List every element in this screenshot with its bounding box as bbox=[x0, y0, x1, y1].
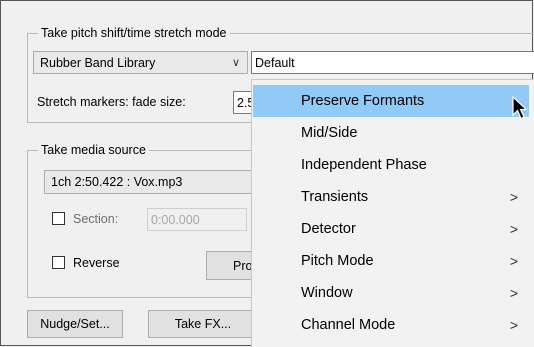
pitch-shift-group-title: Take pitch shift/time stretch mode bbox=[38, 25, 230, 41]
chevron-down-icon: ∨ bbox=[231, 57, 241, 69]
preset-select[interactable]: Default bbox=[251, 51, 534, 74]
menu-item-label: Independent Phase bbox=[301, 157, 427, 173]
menu-item-mid-side[interactable]: Mid/Side bbox=[253, 117, 529, 149]
menu-item-pitch-mode[interactable]: Pitch Mode > bbox=[253, 245, 529, 277]
menu-item-label: Detector bbox=[301, 221, 356, 237]
submenu-arrow-icon: > bbox=[509, 189, 519, 205]
take-fx-button-label: Take FX... bbox=[174, 317, 232, 331]
menu-item-label: Mid/Side bbox=[301, 125, 358, 141]
section-start-input[interactable]: 0:00.000 bbox=[147, 208, 247, 231]
mouse-cursor-icon bbox=[512, 96, 529, 120]
reverse-checkbox[interactable] bbox=[52, 256, 65, 269]
menu-item-label: Window bbox=[301, 285, 353, 301]
preset-select-value: Default bbox=[255, 55, 295, 70]
context-menu: Preserve Formants Mid/Side Independent P… bbox=[251, 79, 534, 347]
menu-item-label: Preserve Formants bbox=[301, 93, 425, 109]
media-source-value: 1ch 2:50.422 : Vox.mp3 bbox=[51, 175, 183, 189]
submenu-arrow-icon: > bbox=[509, 317, 519, 333]
media-source-group-title: Take media source bbox=[38, 142, 149, 158]
menu-item-label: Channel Mode bbox=[301, 317, 396, 333]
menu-item-preserve-formants[interactable]: Preserve Formants bbox=[253, 85, 529, 117]
menu-item-window[interactable]: Window > bbox=[253, 277, 529, 309]
algorithm-select-value: Rubber Band Library bbox=[40, 55, 156, 70]
reverse-label: Reverse bbox=[73, 256, 120, 270]
submenu-arrow-icon: > bbox=[509, 253, 519, 269]
menu-item-transients[interactable]: Transients > bbox=[253, 181, 529, 213]
media-source-select[interactable]: 1ch 2:50.422 : Vox.mp3 bbox=[44, 170, 264, 194]
section-label: Section: bbox=[73, 212, 119, 226]
algorithm-select[interactable]: Rubber Band Library ∨ bbox=[33, 51, 248, 74]
menu-item-independent-phase[interactable]: Independent Phase bbox=[253, 149, 529, 181]
stretch-markers-label: Stretch markers: fade size: bbox=[37, 95, 186, 109]
menu-item-detector[interactable]: Detector > bbox=[253, 213, 529, 245]
submenu-arrow-icon: > bbox=[509, 221, 519, 237]
section-start-value: 0:00.000 bbox=[151, 212, 200, 227]
nudge-set-button-label: Nudge/Set... bbox=[40, 317, 110, 331]
section-checkbox[interactable] bbox=[52, 212, 65, 225]
menu-item-label: Transients bbox=[301, 189, 369, 205]
nudge-set-button[interactable]: Nudge/Set... bbox=[27, 310, 123, 338]
menu-item-label: Pitch Mode bbox=[301, 253, 374, 269]
submenu-arrow-icon: > bbox=[509, 285, 519, 301]
take-fx-button[interactable]: Take FX... bbox=[148, 310, 258, 338]
menu-item-channel-mode[interactable]: Channel Mode > bbox=[253, 309, 529, 341]
